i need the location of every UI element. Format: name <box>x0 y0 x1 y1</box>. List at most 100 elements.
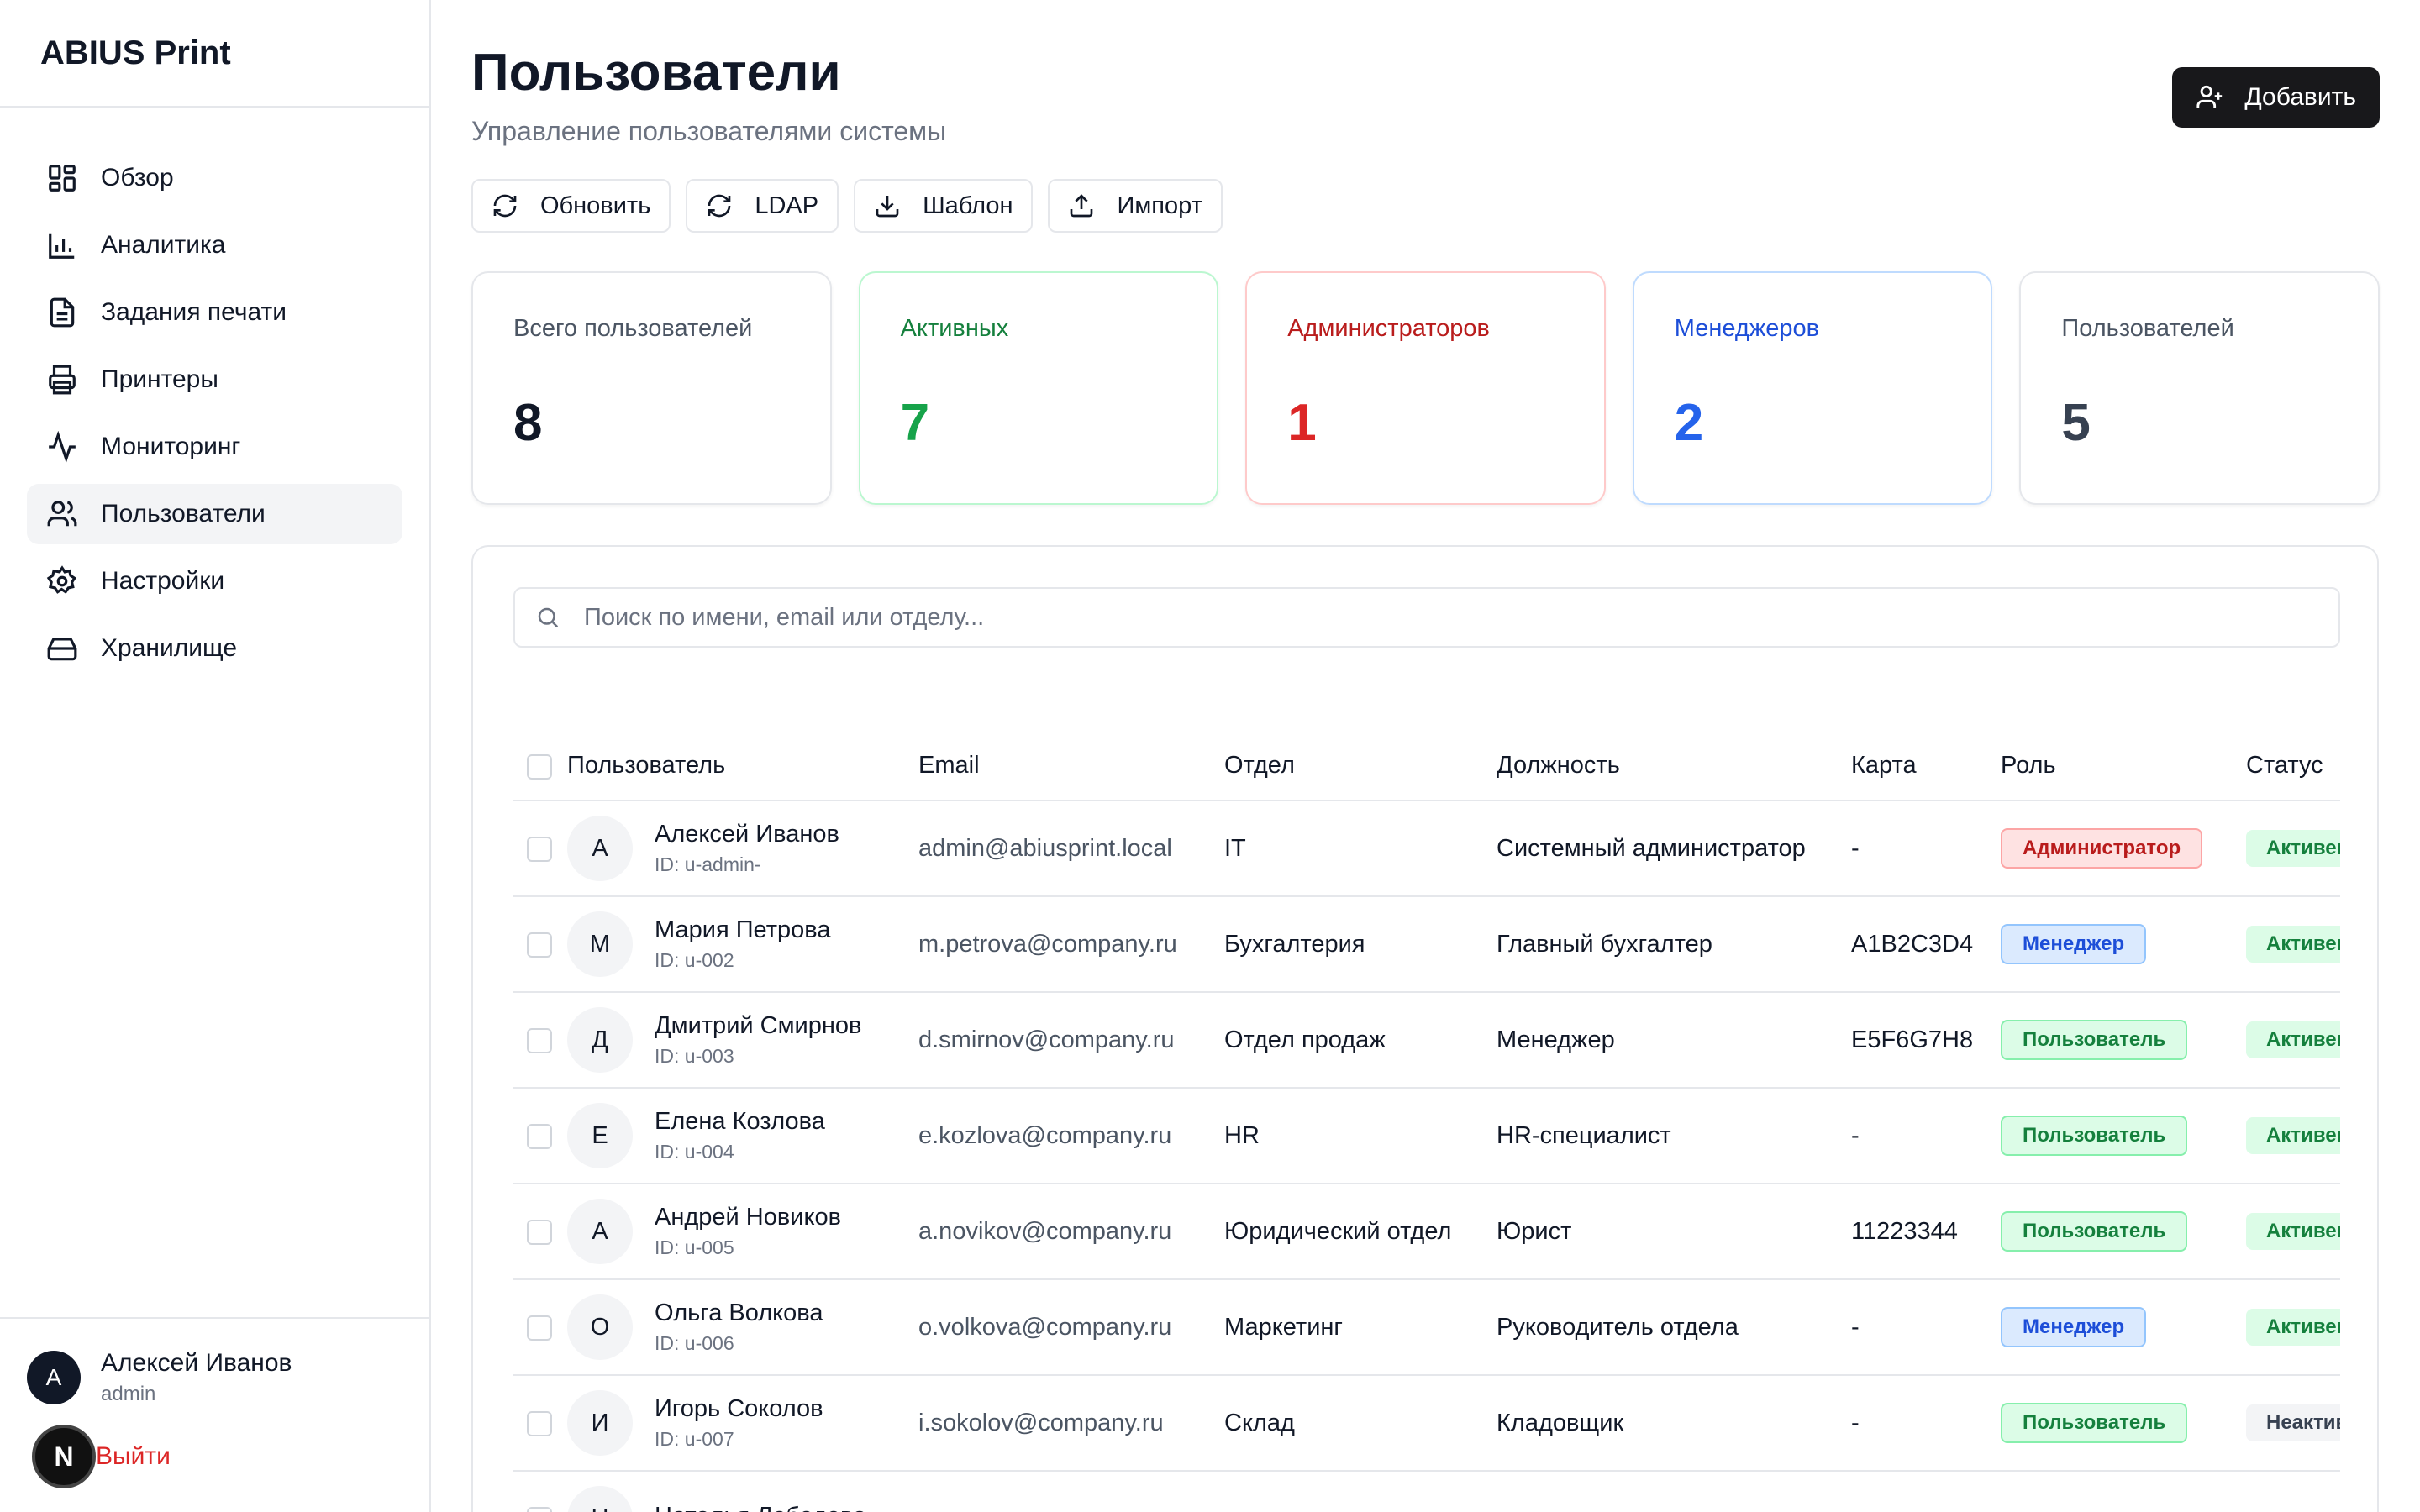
row-checkbox[interactable] <box>527 1411 552 1437</box>
row-checkbox[interactable] <box>527 1315 552 1341</box>
page-title: Пользователи <box>471 44 841 102</box>
activity-icon <box>45 430 79 464</box>
user-cell: Е Елена Козлова ID: u-004 <box>567 1103 918 1169</box>
user-id: ID: u-003 <box>655 1045 734 1068</box>
dev-tools-badge[interactable]: N <box>32 1425 96 1488</box>
stat-value: 2 <box>1674 394 1704 453</box>
sidebar-item-analytics[interactable]: Аналитика <box>27 215 402 276</box>
user-position: Кладовщик <box>1497 1375 1851 1473</box>
import-label: Импорт <box>1117 192 1202 219</box>
user-card: A1B2C3D4 <box>1851 896 2001 994</box>
ldap-sync-button[interactable]: LDAP <box>686 179 839 234</box>
avatar: М <box>567 911 633 978</box>
user-department: Маркетинг <box>1224 1279 1497 1377</box>
column-header-status[interactable]: Статус <box>2246 732 2340 802</box>
refresh-icon <box>493 195 517 218</box>
table-header-row: Пользователь Email Отдел Должность Карта… <box>513 732 2340 802</box>
stat-card-total: Всего пользователей 8 <box>471 271 832 506</box>
user-email: admin@abiusprint.local <box>918 801 1224 898</box>
add-user-button[interactable]: Добавить <box>2172 67 2380 128</box>
import-button[interactable]: Импорт <box>1048 179 1223 234</box>
row-checkbox[interactable] <box>527 1220 552 1246</box>
stat-label: Активных <box>900 315 1009 343</box>
brand-logo[interactable]: ABIUS Print <box>0 0 429 108</box>
user-card: - <box>1851 1375 2001 1473</box>
sidebar-item-monitoring[interactable]: Мониторинг <box>27 417 402 477</box>
select-all-checkbox[interactable] <box>527 753 552 780</box>
user-name: Мария Петрова <box>655 916 831 944</box>
row-checkbox[interactable] <box>527 1507 552 1512</box>
avatar: Н <box>567 1486 633 1512</box>
search-input[interactable] <box>584 603 2338 632</box>
template-download-button[interactable]: Шаблон <box>854 179 1034 234</box>
user-email: e.kozlova@company.ru <box>918 1088 1224 1185</box>
status-badge: Активен <box>2246 1213 2340 1251</box>
role-badge: Пользователь <box>2001 1116 2188 1157</box>
status-badge: Активен <box>2246 1021 2340 1059</box>
table-row[interactable]: М Мария Петрова ID: u-002 m.petrova@company… <box>513 896 2340 994</box>
current-user[interactable]: A Алексей Иванов admin <box>27 1349 402 1406</box>
sidebar-footer: A Алексей Иванов admin N Выйти <box>0 1317 429 1512</box>
sidebar-item-printers[interactable]: Принтеры <box>27 349 402 410</box>
search-box[interactable] <box>513 587 2340 648</box>
refresh-button[interactable]: Обновить <box>471 179 671 234</box>
user-email <box>918 1471 1224 1512</box>
row-checkbox[interactable] <box>527 1028 552 1054</box>
table-row[interactable]: А Андрей Новиков ID: u-005 a.novikov@compan… <box>513 1184 2340 1281</box>
user-email: o.volkova@company.ru <box>918 1279 1224 1377</box>
table-row[interactable]: А Алексей Иванов ID: u-admin-admin@abiuspr… <box>513 801 2340 898</box>
user-cell: Н Наталья Лебедева <box>567 1486 918 1512</box>
sidebar: ABIUS Print Обзор Аналитика Задания печа… <box>0 0 431 1512</box>
users-table-wrapper[interactable]: Пользователь Email Отдел Должность Карта… <box>513 732 2340 1512</box>
column-header-card[interactable]: Карта <box>1851 732 2001 802</box>
user-department: Склад <box>1224 1375 1497 1473</box>
stat-card-active: Активных 7 <box>858 271 1219 506</box>
user-position: Руководитель отдела <box>1497 1279 1851 1377</box>
user-cell: И Игорь Соколов ID: u-007 <box>567 1390 918 1457</box>
sidebar-item-label: Мониторинг <box>101 433 241 460</box>
user-name: Андрей Новиков <box>655 1204 842 1231</box>
user-name: Игорь Соколов <box>655 1395 823 1423</box>
table-row[interactable]: Н Наталья Лебедева <box>513 1471 2340 1512</box>
ldap-label: LDAP <box>755 192 819 219</box>
table-row[interactable]: О Ольга Волкова ID: u-006 o.volkova@company… <box>513 1279 2340 1377</box>
table-row[interactable]: Е Елена Козлова ID: u-004 e.kozlova@company… <box>513 1088 2340 1185</box>
column-header-role[interactable]: Роль <box>2001 732 2246 802</box>
column-header-position[interactable]: Должность <box>1497 732 1851 802</box>
toolbar: Обновить LDAP Шаблон Импорт <box>471 179 2380 234</box>
user-id: ID: u-002 <box>655 949 734 972</box>
users-table: Пользователь Email Отдел Должность Карта… <box>513 732 2340 1512</box>
avatar: О <box>567 1294 633 1361</box>
user-card: E5F6G7H8 <box>1851 992 2001 1089</box>
sidebar-item-overview[interactable]: Обзор <box>27 148 402 208</box>
user-card: - <box>1851 1279 2001 1377</box>
bar-chart-icon <box>45 228 79 262</box>
row-checkbox[interactable] <box>527 932 552 958</box>
avatar: И <box>567 1390 633 1457</box>
refresh-label: Обновить <box>540 192 651 219</box>
user-name: Елена Козлова <box>655 1108 825 1136</box>
sidebar-item-users[interactable]: Пользователи <box>27 484 402 544</box>
user-id: ID: u-007 <box>655 1428 734 1451</box>
sidebar-item-print-jobs[interactable]: Задания печати <box>27 282 402 343</box>
stats-row: Всего пользователей 8 Активных 7 Админис… <box>471 271 2380 506</box>
stat-label: Менеджеров <box>1674 315 1820 343</box>
table-row[interactable]: Д Дмитрий Смирнов ID: u-003 d.smirnov@compa… <box>513 992 2340 1089</box>
column-header-email[interactable]: Email <box>918 732 1224 802</box>
user-department: Бухгалтерия <box>1224 896 1497 994</box>
user-position: Главный бухгалтер <box>1497 896 1851 994</box>
row-checkbox[interactable] <box>527 1124 552 1150</box>
column-header-user[interactable]: Пользователь <box>567 732 918 802</box>
sidebar-item-settings[interactable]: Настройки <box>27 551 402 612</box>
user-department <box>1224 1471 1497 1512</box>
add-user-label: Добавить <box>2244 83 2356 111</box>
logout-button[interactable]: Выйти <box>96 1442 171 1471</box>
stat-value: 7 <box>900 394 930 453</box>
table-row[interactable]: И Игорь Соколов ID: u-007 i.sokolov@company… <box>513 1375 2340 1473</box>
column-header-department[interactable]: Отдел <box>1224 732 1497 802</box>
user-name: Ольга Волкова <box>655 1299 823 1327</box>
user-email: d.smirnov@company.ru <box>918 992 1224 1089</box>
avatar: А <box>567 1199 633 1265</box>
row-checkbox[interactable] <box>527 837 552 863</box>
sidebar-item-storage[interactable]: Хранилище <box>27 618 402 679</box>
